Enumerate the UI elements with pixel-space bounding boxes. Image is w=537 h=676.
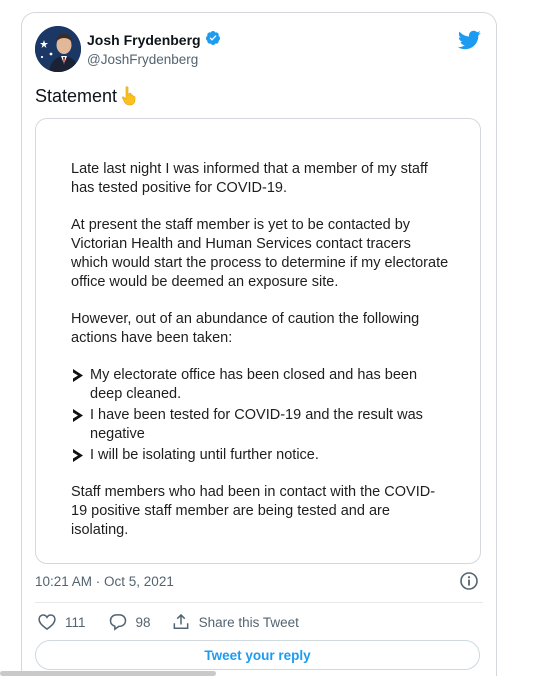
- speech-bubble-icon: [109, 614, 126, 631]
- avatar-image: [35, 26, 81, 72]
- display-name[interactable]: Josh Frydenberg: [87, 32, 201, 48]
- display-name-row: Josh Frydenberg: [87, 30, 221, 50]
- tweet-timestamp[interactable]: 10:21 AM · Oct 5, 2021: [35, 574, 174, 589]
- verified-badge-icon: [205, 30, 221, 51]
- like-count: 111: [65, 614, 86, 630]
- statement-bullet: I will be isolating until further notice…: [71, 446, 451, 465]
- tweet-actions: 111 98 Share this Tweet: [35, 610, 483, 634]
- tweet-header: Josh Frydenberg @JoshFrydenberg: [35, 26, 483, 74]
- statement-paragraph-2: At present the staff member is yet to be…: [71, 217, 449, 290]
- pointing-down-emoji-icon: [118, 85, 140, 107]
- divider: [35, 602, 483, 603]
- chevron-right-icon: [73, 449, 83, 462]
- info-icon[interactable]: [459, 571, 479, 591]
- statement-text: Late last night I was informed that a me…: [71, 160, 451, 558]
- author-names: Josh Frydenberg @JoshFrydenberg: [87, 30, 221, 67]
- statement-bullet-text: I have been tested for COVID-19 and the …: [90, 407, 423, 442]
- horizontal-scrollbar[interactable]: [0, 671, 216, 676]
- tweet-text-content: Statement: [35, 85, 118, 106]
- tweet-text: Statement: [35, 85, 140, 107]
- chevron-right-icon: [73, 369, 83, 382]
- reply-button[interactable]: 98: [108, 612, 151, 632]
- statement-bullet: My electorate office has been closed and…: [71, 366, 451, 404]
- author-handle[interactable]: @JoshFrydenberg: [87, 52, 221, 67]
- like-button[interactable]: 111: [37, 612, 86, 632]
- statement-paragraph-4: Staff members who had been in contact wi…: [71, 484, 436, 538]
- statement-paragraph-1: Late last night I was informed that a me…: [71, 161, 428, 196]
- reply-count: 98: [135, 614, 151, 630]
- tweet-your-reply-button[interactable]: Tweet your reply: [35, 640, 480, 670]
- twitter-bird-icon[interactable]: [457, 28, 481, 52]
- statement-bullet-text: I will be isolating until further notice…: [90, 447, 319, 463]
- chevron-right-icon: [73, 409, 83, 422]
- statement-bullet-text: My electorate office has been closed and…: [90, 367, 418, 402]
- share-button[interactable]: Share this Tweet: [171, 612, 299, 632]
- tweet-card: Josh Frydenberg @JoshFrydenberg Statemen…: [21, 12, 497, 676]
- share-label: Share this Tweet: [198, 614, 299, 630]
- statement-bullet-list: My electorate office has been closed and…: [71, 366, 451, 465]
- share-icon: [173, 613, 188, 629]
- avatar[interactable]: [35, 26, 81, 72]
- statement-image[interactable]: Late last night I was informed that a me…: [35, 118, 481, 564]
- statement-paragraph-3: However, out of an abundance of caution …: [71, 311, 420, 346]
- tweet-meta: 10:21 AM · Oct 5, 2021: [35, 571, 483, 593]
- heart-icon: [38, 614, 56, 631]
- statement-bullet: I have been tested for COVID-19 and the …: [71, 406, 451, 444]
